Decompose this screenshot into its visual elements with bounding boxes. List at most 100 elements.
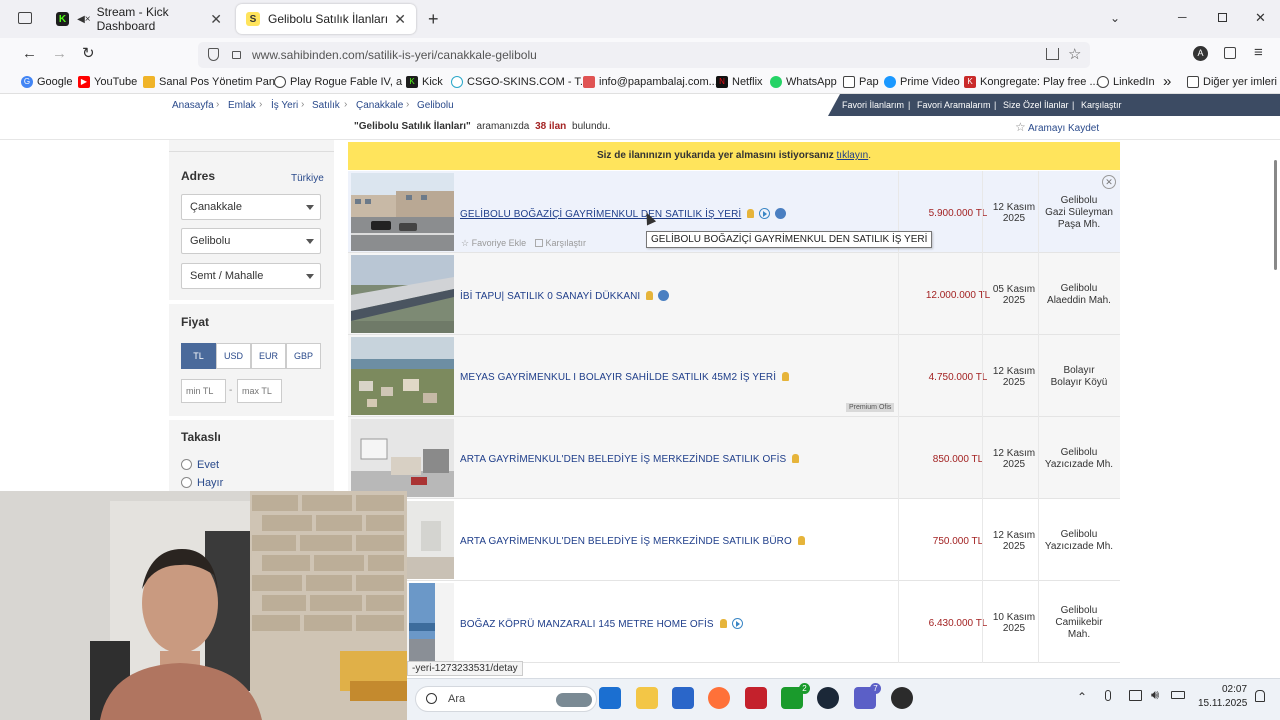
- microphone-icon[interactable]: [1105, 690, 1111, 701]
- restore-icon[interactable]: [1218, 13, 1227, 22]
- back-icon[interactable]: ←: [22, 45, 37, 62]
- bookmark-google[interactable]: G Google: [21, 76, 72, 88]
- listing-title[interactable]: BOĞAZ KÖPRÜ MANZARALI 145 METRE HOME OFİ…: [460, 618, 743, 630]
- list-tabs-icon[interactable]: ⌄: [1110, 11, 1120, 25]
- banner-link[interactable]: tıklayın: [837, 150, 869, 161]
- listing-row[interactable]: MEYAS GAYRİMENKUL I BOLAYIR SAHİLDE SATI…: [348, 335, 1120, 417]
- bookmark-whatsapp[interactable]: WhatsApp: [770, 76, 837, 88]
- close-tab-icon[interactable]: ✕: [210, 11, 222, 28]
- volume-icon[interactable]: 🔊︎: [1151, 687, 1159, 703]
- notification-icon[interactable]: [1255, 690, 1265, 702]
- url-bar[interactable]: www.sahibinden.com/satilik-is-yeri/canak…: [198, 42, 1090, 68]
- reload-icon[interactable]: ↻: [82, 44, 95, 62]
- other-bookmarks[interactable]: Diğer yer imleri: [1187, 76, 1277, 88]
- extensions-icon[interactable]: [1224, 47, 1236, 59]
- listing-photo[interactable]: [351, 419, 454, 497]
- download-page-icon[interactable]: [1046, 48, 1059, 60]
- steam-icon[interactable]: [817, 687, 839, 709]
- mute-icon[interactable]: ◀×: [77, 14, 91, 25]
- adobe-reader-icon[interactable]: [745, 687, 767, 709]
- file-explorer-icon[interactable]: [636, 687, 658, 709]
- bookmark-kongregate[interactable]: K Kongregate: Play free ...: [964, 76, 1099, 88]
- bookmark-prime-video[interactable]: Prime Video: [884, 76, 960, 88]
- neighborhood-select[interactable]: Semt / Mahalle: [181, 263, 321, 289]
- breadcrumb-canakkale[interactable]: Çanakkale: [356, 100, 403, 111]
- nav-favori-ilanlarim[interactable]: Favori İlanlarım: [842, 100, 904, 110]
- tray-chevron-icon[interactable]: ⌃: [1077, 690, 1087, 704]
- listing-photo[interactable]: [351, 337, 454, 415]
- currency-eur[interactable]: EUR: [251, 343, 286, 369]
- forward-icon[interactable]: →: [52, 45, 67, 62]
- netflix-icon: N: [716, 76, 728, 88]
- breadcrumb-satilik[interactable]: Satılık: [312, 100, 340, 111]
- breadcrumb-emlak[interactable]: Emlak: [228, 100, 256, 111]
- province-select[interactable]: Çanakkale: [181, 194, 321, 220]
- minimize-icon[interactable]: ─: [1178, 10, 1187, 24]
- trade-option-evet[interactable]: Evet: [181, 459, 219, 471]
- breadcrumb-gelibolu[interactable]: Gelibolu: [417, 100, 454, 111]
- page-scrollbar[interactable]: [1274, 160, 1277, 270]
- close-circle-icon[interactable]: ✕: [1102, 175, 1116, 189]
- outlook-icon[interactable]: [599, 687, 621, 709]
- max-price-input[interactable]: [237, 379, 282, 403]
- trade-option-hayir[interactable]: Hayır: [181, 477, 223, 489]
- bookmark-star-icon[interactable]: ☆: [1068, 45, 1081, 63]
- listing-row[interactable]: ARTA GAYRİMENKUL'DEN BELEDİYE İŞ MERKEZİ…: [348, 499, 1120, 581]
- clock-time[interactable]: 02:07: [1222, 684, 1247, 695]
- bookmarks-overflow-icon[interactable]: »: [1163, 73, 1171, 90]
- listing-photo[interactable]: [351, 255, 454, 333]
- currency-gbp[interactable]: GBP: [286, 343, 321, 369]
- listing-title[interactable]: GELİBOLU BOĞAZİÇİ GAYRİMENKUL DEN SATILI…: [460, 208, 787, 220]
- new-tab-icon[interactable]: +: [428, 9, 439, 30]
- close-tab-icon[interactable]: ✕: [394, 11, 406, 28]
- close-window-icon[interactable]: ✕: [1255, 10, 1266, 26]
- menu-icon[interactable]: ≡: [1254, 44, 1263, 61]
- currency-tl[interactable]: TL: [181, 343, 216, 369]
- listing-title[interactable]: ARTA GAYRİMENKUL'DEN BELEDİYE İŞ MERKEZİ…: [460, 454, 800, 465]
- taskbar-search[interactable]: Ara: [415, 686, 597, 712]
- bookmark-kick[interactable]: K Kick: [406, 76, 443, 88]
- network-icon[interactable]: [1129, 690, 1142, 701]
- bookmark-pap[interactable]: Pap: [843, 76, 879, 88]
- listing-row[interactable]: İBİ TAPU| SATILIK 0 SANAYİ DÜKKANI 12.00…: [348, 253, 1120, 335]
- app-icon[interactable]: [891, 687, 913, 709]
- listing-row[interactable]: ARTA GAYRİMENKUL'DEN BELEDİYE İŞ MERKEZİ…: [348, 417, 1120, 499]
- firefox-icon[interactable]: [708, 687, 730, 709]
- country-link[interactable]: Türkiye: [291, 173, 324, 184]
- bookmark-linkedin[interactable]: LinkedIn: [1097, 76, 1155, 88]
- lock-icon[interactable]: [232, 51, 241, 59]
- listing-title[interactable]: ARTA GAYRİMENKUL'DEN BELEDİYE İŞ MERKEZİ…: [460, 536, 805, 547]
- shield-icon[interactable]: [208, 48, 219, 61]
- listing-photo[interactable]: [351, 173, 454, 251]
- bookmark-netflix[interactable]: N Netflix: [716, 76, 763, 88]
- tab-sahibinden[interactable]: S Gelibolu Satılık İlanları ✕: [236, 4, 416, 34]
- nav-favori-aramalarim[interactable]: Favori Aramalarım: [917, 100, 991, 110]
- breadcrumb-is-yeri[interactable]: İş Yeri: [271, 100, 298, 111]
- tab-kick-dashboard[interactable]: K ◀× Stream - Kick Dashboard ✕: [46, 4, 232, 34]
- sidebar-top-strip: [169, 140, 334, 152]
- listing-title[interactable]: İBİ TAPU| SATILIK 0 SANAYİ DÜKKANI: [460, 290, 670, 302]
- bookmark-youtube[interactable]: ▶ YouTube: [78, 76, 137, 88]
- listing-title[interactable]: MEYAS GAYRİMENKUL I BOLAYIR SAHİLDE SATI…: [460, 372, 790, 383]
- bookmark-mail[interactable]: info@papambalaj.com...: [583, 76, 718, 88]
- account-avatar[interactable]: A: [1193, 46, 1208, 61]
- favorite-add[interactable]: ☆ Favoriye Ekle: [461, 238, 526, 249]
- currency-usd[interactable]: USD: [216, 343, 251, 369]
- district-select[interactable]: Gelibolu: [181, 228, 321, 254]
- clock-date[interactable]: 15.11.2025: [1198, 698, 1247, 709]
- nav-karsilastir[interactable]: Karşılaştır: [1081, 100, 1122, 110]
- save-search-button[interactable]: ☆ Aramayı Kaydet: [1015, 120, 1099, 134]
- bookmark-rogue-fable[interactable]: Play Rogue Fable IV, a ...: [274, 76, 414, 88]
- store-icon[interactable]: [672, 687, 694, 709]
- min-price-input[interactable]: [181, 379, 226, 403]
- breadcrumb-anasayfa[interactable]: Anasayfa: [172, 100, 214, 111]
- bookmark-sanal-pos[interactable]: Sanal Pos Yönetim Pan...: [143, 76, 284, 88]
- bookmark-csgo-skins[interactable]: CSGO-SKINS.COM - T...: [451, 76, 589, 88]
- compare-checkbox[interactable]: Karşılaştır: [535, 238, 586, 248]
- pin-icon: [747, 209, 755, 218]
- url-text[interactable]: www.sahibinden.com/satilik-is-yeri/canak…: [252, 48, 537, 62]
- battery-icon[interactable]: [1171, 691, 1185, 699]
- listing-row[interactable]: BOĞAZ KÖPRÜ MANZARALI 145 METRE HOME OFİ…: [348, 581, 1120, 663]
- nav-size-ozel-ilanlar[interactable]: Size Özel İlanlar: [1003, 100, 1069, 110]
- tab-overview-icon[interactable]: [18, 12, 32, 24]
